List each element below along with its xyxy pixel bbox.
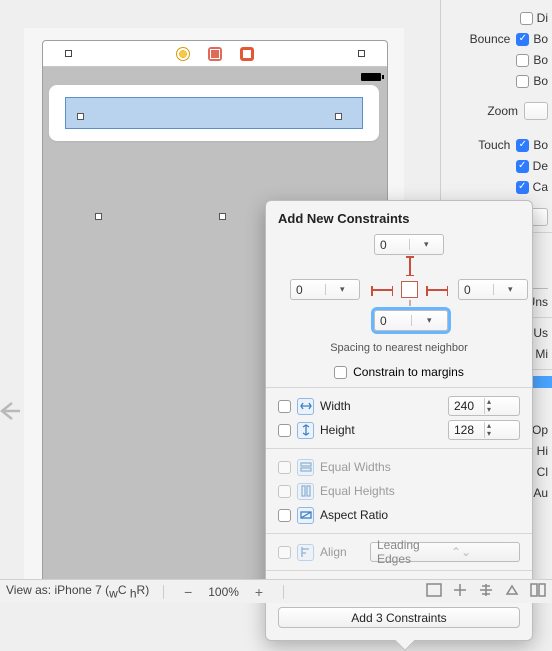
checkbox[interactable] — [516, 75, 529, 88]
selection-handle[interactable] — [77, 113, 84, 120]
constrain-margins-checkbox[interactable] — [334, 366, 347, 379]
checkbox[interactable] — [516, 181, 529, 194]
strut-left-icon[interactable] — [371, 289, 393, 291]
spacing-top-select[interactable]: 0▾ — [374, 234, 444, 255]
equal-heights-icon — [297, 483, 314, 500]
zoom-out-button[interactable]: − — [178, 584, 198, 600]
equal-heights-checkbox — [278, 485, 291, 498]
align-select: Leading Edges⌃⌄ — [370, 542, 520, 562]
device-topbar — [43, 41, 387, 67]
spacing-right-select[interactable]: 0▾ — [458, 279, 528, 300]
equal-widths-checkbox — [278, 461, 291, 474]
width-icon — [297, 398, 314, 415]
align-icon — [297, 544, 314, 561]
zoom-level[interactable]: 100% — [208, 585, 239, 599]
toolbar-align-icon[interactable] — [426, 583, 442, 600]
selected-view[interactable] — [65, 97, 363, 129]
aspect-ratio-label: Aspect Ratio — [320, 508, 520, 522]
zoom-select[interactable] — [524, 102, 548, 120]
spacing-center-icon — [401, 281, 418, 298]
topbar-handle-left — [65, 50, 72, 57]
spacing-bottom-select[interactable]: 0▾ — [374, 310, 448, 331]
toolbar-embed-icon[interactable] — [530, 583, 546, 600]
height-icon — [297, 422, 314, 439]
align-label: Align — [320, 545, 364, 559]
spacing-cross: 0▾ 0▾ 0▾ 0▾ Spacing to nearest neighbor — [278, 234, 520, 360]
add-constraints-button[interactable]: Add 3 Constraints — [278, 607, 520, 628]
checkbox[interactable] — [516, 54, 529, 67]
checkbox[interactable] — [516, 160, 529, 173]
checkbox[interactable] — [520, 12, 533, 25]
height-checkbox[interactable] — [278, 424, 291, 437]
spacing-left-select[interactable]: 0▾ — [290, 279, 360, 300]
label: Di — [537, 11, 548, 25]
toolbar-align2-icon[interactable] — [452, 583, 468, 600]
topbar-handle-right — [358, 50, 365, 57]
topbar-icon-rect[interactable] — [208, 47, 222, 61]
strut-top-icon[interactable] — [406, 256, 414, 276]
strut-right-icon[interactable] — [426, 289, 448, 291]
selection-handle[interactable] — [95, 213, 102, 220]
spacing-hint: Spacing to nearest neighbor — [278, 342, 520, 354]
aspect-ratio-icon — [297, 507, 314, 524]
equal-heights-label: Equal Heights — [320, 484, 520, 498]
equal-widths-icon — [297, 459, 314, 476]
topbar-icon-square[interactable] — [240, 47, 254, 61]
device-selector[interactable]: View as: iPhone 7 (wC hR) — [6, 583, 149, 600]
align-checkbox — [278, 546, 291, 559]
aspect-ratio-checkbox[interactable] — [278, 509, 291, 522]
checkbox[interactable] — [516, 33, 529, 46]
width-label: Width — [320, 399, 442, 413]
toolbar-pin-icon[interactable] — [478, 583, 494, 600]
touch-label: Touch — [445, 138, 512, 152]
topbar-icon-circle[interactable] — [176, 47, 190, 61]
selected-container[interactable] — [51, 87, 377, 139]
width-checkbox[interactable] — [278, 400, 291, 413]
height-label: Height — [320, 423, 442, 437]
selection-handle[interactable] — [335, 113, 342, 120]
constraints-popover: Add New Constraints 0▾ 0▾ 0▾ 0▾ Spacing … — [265, 200, 533, 641]
constrain-margins-label: Constrain to margins — [353, 365, 464, 379]
status-bar: View as: iPhone 7 (wC hR) − 100% + — [0, 579, 552, 603]
equal-widths-label: Equal Widths — [320, 460, 520, 474]
width-value-select[interactable]: 240▴▾ — [448, 396, 520, 416]
battery-icon — [361, 73, 381, 81]
selection-handle[interactable] — [219, 213, 226, 220]
checkbox[interactable] — [516, 139, 529, 152]
zoom-label: Zoom — [445, 104, 520, 118]
height-value-select[interactable]: 128▴▾ — [448, 420, 520, 440]
popover-caret-icon — [395, 631, 415, 651]
toolbar-resolve-icon[interactable] — [504, 583, 520, 600]
popover-title: Add New Constraints — [278, 211, 520, 226]
bounce-label: Bounce — [445, 32, 512, 46]
zoom-in-button[interactable]: + — [249, 584, 269, 600]
back-arrow-icon[interactable] — [0, 400, 20, 422]
